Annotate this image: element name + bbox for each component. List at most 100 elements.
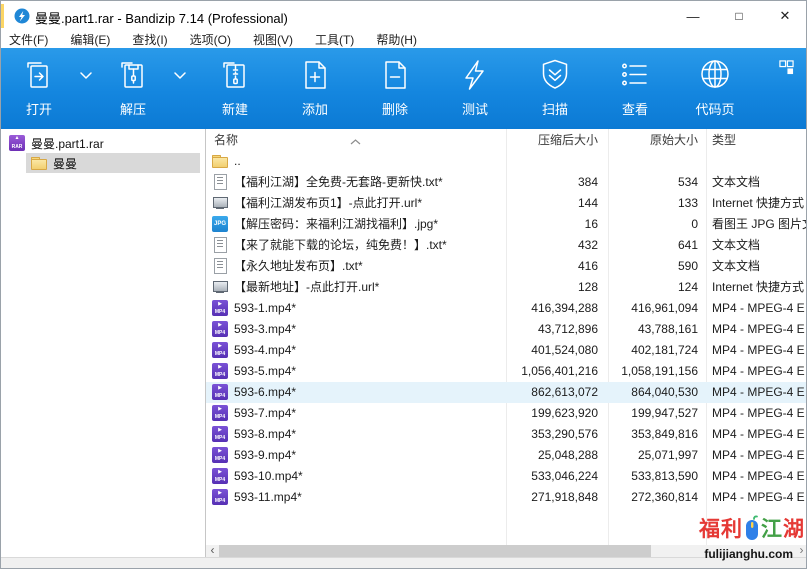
file-type-cell: MP4 - MPEG-4 E <box>706 340 807 361</box>
original-size-cell: 402,181,724 <box>608 340 706 361</box>
file-type-icon <box>212 237 228 253</box>
original-size-cell: 0 <box>608 214 706 235</box>
file-type-icon <box>212 447 228 463</box>
file-name-cell: 593-5.mp4* <box>234 361 506 382</box>
tree-folder-label: 曼曼 <box>53 155 77 172</box>
view-file-button[interactable]: 查看 <box>595 48 675 129</box>
column-header-type[interactable]: 类型 <box>706 129 807 151</box>
main-area: 曼曼.part1.rar 曼曼 名称 压缩后大小 原始大小 类型 <box>1 129 807 557</box>
file-name-cell: 【福利江湖发布页1】-点此打开.url* <box>234 193 506 214</box>
scrollbar-thumb[interactable] <box>219 545 651 557</box>
delete-files-button[interactable]: 删除 <box>355 48 435 129</box>
table-row[interactable]: 593-7.mp4* 199,623,920 199,947,527 MP4 -… <box>206 403 807 424</box>
table-row[interactable]: 【福利江湖发布页1】-点此打开.url* 144 133 Internet 快捷… <box>206 193 807 214</box>
tree-item-folder-selected[interactable]: 曼曼 <box>1 153 205 173</box>
test-archive-label: 测试 <box>462 99 488 118</box>
scroll-right-arrow-icon[interactable]: › <box>795 545 807 557</box>
test-archive-button[interactable]: 测试 <box>435 48 515 129</box>
open-dropdown-chevron[interactable] <box>71 48 101 102</box>
menu-options[interactable]: 选项(O) <box>179 31 242 48</box>
watermark-brand-right-2: 湖 <box>783 513 805 543</box>
menu-bar: 文件(F) 编辑(E) 查找(I) 选项(O) 视图(V) 工具(T) 帮助(H… <box>1 31 807 48</box>
file-type-icon <box>212 195 228 211</box>
packed-size-cell: 416,394,288 <box>506 298 608 319</box>
table-row[interactable]: 【来了就能下载的论坛，纯免费！】.txt* 432 641 文本文档 <box>206 235 807 256</box>
table-row[interactable]: 593-5.mp4* 1,056,401,216 1,058,191,156 M… <box>206 361 807 382</box>
maximize-button[interactable]: □ <box>716 1 762 31</box>
virus-scan-button[interactable]: 扫描 <box>515 48 595 129</box>
table-row[interactable]: 593-11.mp4* 271,918,848 272,360,814 MP4 … <box>206 487 807 508</box>
table-row[interactable]: 593-4.mp4* 401,524,080 402,181,724 MP4 -… <box>206 340 807 361</box>
watermark-logo: 福利 江 湖 <box>699 513 805 543</box>
column-header-original[interactable]: 原始大小 <box>608 129 706 151</box>
codepage-button[interactable]: 代码页 <box>675 48 755 129</box>
layout-toggle-icon[interactable] <box>779 60 794 75</box>
file-rows: .. 【福利江湖】全免费-无套路-更新快.txt* 384 534 文本文档 <box>206 151 807 508</box>
packed-size-cell: 16 <box>506 214 608 235</box>
table-row[interactable]: 593-6.mp4* 862,613,072 864,040,530 MP4 -… <box>206 382 807 403</box>
add-files-label: 添加 <box>302 99 328 118</box>
file-type-cell: MP4 - MPEG-4 E <box>706 403 807 424</box>
window-controls: — □ ✕ <box>670 1 807 31</box>
file-type-cell: MP4 - MPEG-4 E <box>706 466 807 487</box>
table-row[interactable]: 【永久地址发布页】.txt* 416 590 文本文档 <box>206 256 807 277</box>
tree-item-archive-root[interactable]: 曼曼.part1.rar <box>1 133 205 153</box>
packed-size-cell: 25,048,288 <box>506 445 608 466</box>
table-row[interactable]: 593-3.mp4* 43,712,896 43,788,161 MP4 - M… <box>206 319 807 340</box>
original-size-cell: 124 <box>608 277 706 298</box>
file-type-cell: 文本文档 <box>706 256 807 277</box>
table-row[interactable]: 【福利江湖】全免费-无套路-更新快.txt* 384 534 文本文档 <box>206 172 807 193</box>
extract-button[interactable]: 解压 <box>101 48 165 129</box>
table-row[interactable]: .. <box>206 151 807 172</box>
codepage-label: 代码页 <box>695 99 734 118</box>
file-type-cell: MP4 - MPEG-4 E <box>706 319 807 340</box>
folder-icon <box>31 155 47 171</box>
packed-size-cell: 144 <box>506 193 608 214</box>
original-size-cell: 590 <box>608 256 706 277</box>
title-bar[interactable]: 曼曼.part1.rar - Bandizip 7.14 (Profession… <box>1 1 807 31</box>
packed-size-cell: 533,046,224 <box>506 466 608 487</box>
status-bar <box>1 557 807 569</box>
file-type-cell: 文本文档 <box>706 235 807 256</box>
menu-find[interactable]: 查找(I) <box>121 31 178 48</box>
menu-view[interactable]: 视图(V) <box>242 31 304 48</box>
archive-tree-panel: 曼曼.part1.rar 曼曼 <box>1 129 205 557</box>
watermark-brand-left: 福利 <box>699 513 743 543</box>
menu-tools[interactable]: 工具(T) <box>304 31 365 48</box>
file-name-cell: 593-11.mp4* <box>234 487 506 508</box>
sort-ascending-icon <box>350 130 361 152</box>
file-type-cell: 文本文档 <box>706 172 807 193</box>
file-type-cell: Internet 快捷方式 <box>706 277 807 298</box>
table-row[interactable]: 【解压密码：来福利江湖找福利】.jpg* 16 0 看图王 JPG 图片文件 <box>206 214 807 235</box>
table-row[interactable]: 593-1.mp4* 416,394,288 416,961,094 MP4 -… <box>206 298 807 319</box>
open-button[interactable]: 打开 <box>7 48 71 129</box>
menu-edit[interactable]: 编辑(E) <box>59 31 121 48</box>
extract-dropdown-chevron[interactable] <box>165 48 195 102</box>
file-type-icon <box>212 258 228 274</box>
new-archive-button[interactable]: 新建 <box>195 48 275 129</box>
minimize-button[interactable]: — <box>670 1 716 31</box>
original-size-cell <box>608 151 706 172</box>
table-row[interactable]: 593-9.mp4* 25,048,288 25,071,997 MP4 - M… <box>206 445 807 466</box>
original-size-cell: 25,071,997 <box>608 445 706 466</box>
file-type-icon <box>212 468 228 484</box>
scroll-left-arrow-icon[interactable]: ‹ <box>206 545 219 557</box>
table-row[interactable]: 593-8.mp4* 353,290,576 353,849,816 MP4 -… <box>206 424 807 445</box>
packed-size-cell: 128 <box>506 277 608 298</box>
add-files-icon <box>297 57 333 93</box>
menu-file[interactable]: 文件(F) <box>9 31 59 48</box>
table-row[interactable]: 593-10.mp4* 533,046,224 533,813,590 MP4 … <box>206 466 807 487</box>
menu-help[interactable]: 帮助(H) <box>365 31 428 48</box>
close-button[interactable]: ✕ <box>762 1 807 31</box>
file-name-cell: 593-3.mp4* <box>234 319 506 340</box>
tree-root-label: 曼曼.part1.rar <box>31 135 104 152</box>
file-name-cell: 【福利江湖】全免费-无套路-更新快.txt* <box>234 172 506 193</box>
add-files-button[interactable]: 添加 <box>275 48 355 129</box>
column-header-packed[interactable]: 压缩后大小 <box>506 129 608 151</box>
codepage-icon <box>697 57 733 93</box>
file-type-cell: MP4 - MPEG-4 E <box>706 382 807 403</box>
file-name-cell: .. <box>234 151 506 172</box>
original-size-cell: 1,058,191,156 <box>608 361 706 382</box>
extract-icon <box>115 57 151 93</box>
table-row[interactable]: 【最新地址】-点此打开.url* 128 124 Internet 快捷方式 <box>206 277 807 298</box>
